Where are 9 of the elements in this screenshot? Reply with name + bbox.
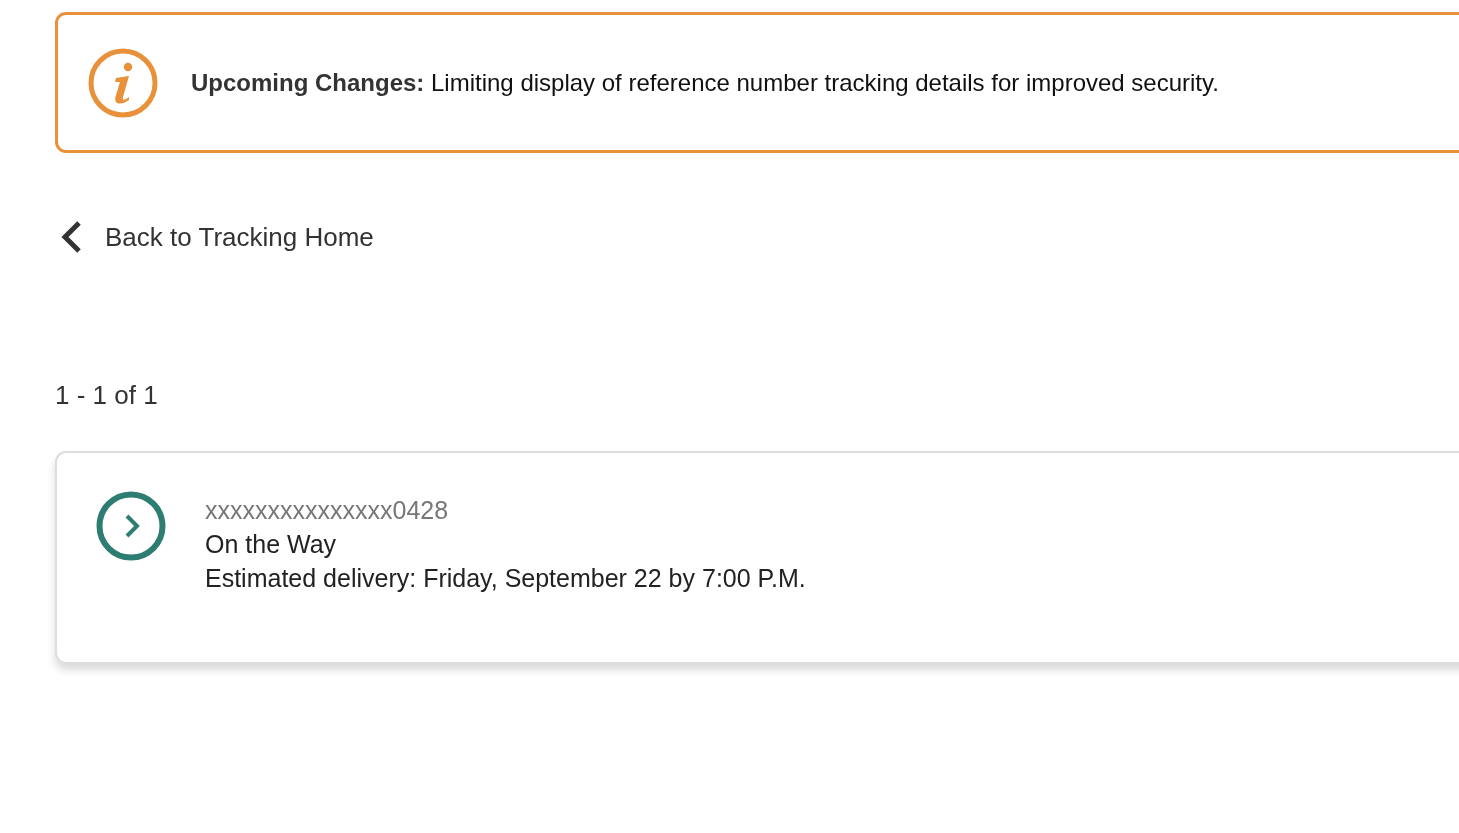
estimated-delivery: Estimated delivery: Friday, September 22 by 7:00 P.M. xyxy=(205,563,806,594)
notice-text: Upcoming Changes: Limiting display of reference number tracking details for improved security. xyxy=(191,68,1219,97)
info-icon xyxy=(88,47,158,118)
chevron-left-icon xyxy=(59,220,83,254)
back-link[interactable]: Back to Tracking Home xyxy=(55,220,374,254)
chevron-circle-icon[interactable] xyxy=(96,491,166,561)
results-count: 1 - 1 of 1 xyxy=(55,380,159,411)
shipment-status: On the Way xyxy=(205,529,338,560)
tracking-number: xxxxxxxxxxxxxxx0428 xyxy=(205,495,450,526)
